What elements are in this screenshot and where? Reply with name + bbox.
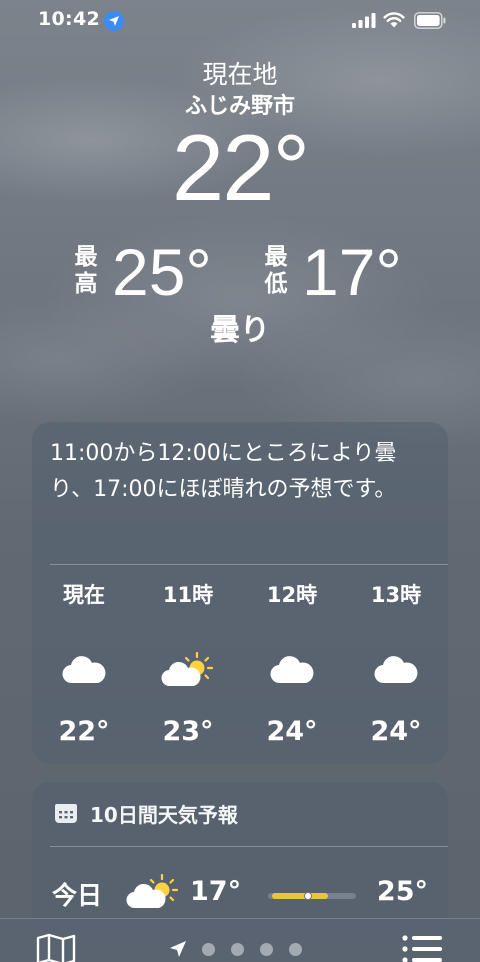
wifi-icon [383,12,405,28]
battery-icon [414,12,446,29]
hour-temperature: 22° [58,716,110,747]
hour-temperature: 24° [370,716,422,747]
page-dot[interactable] [289,942,302,956]
cloud-icon [344,650,448,690]
forecast-day-row[interactable]: 今日 17° 25° [32,874,448,918]
page-dot[interactable] [202,942,215,956]
card-divider [50,846,448,847]
sun-behind-cloud-icon [136,650,240,690]
hour-temperature: 23° [162,716,214,747]
current-condition: 曇り [210,313,270,348]
forecast-summary: 11:00から12:00にところにより曇り、17:00にほぼ晴れの予想です。 [50,441,397,502]
temperature-range-fill [272,893,328,899]
location-arrow-icon [104,11,124,31]
list-icon[interactable] [402,935,444,962]
forecast-day-label: 今日 [52,881,103,910]
forecast-card-title: 10日間天気予報 [90,802,238,827]
calendar-icon [55,804,77,823]
location-arrow-icon[interactable] [168,939,188,959]
bottom-toolbar [0,918,480,962]
current-temperature: 22° [171,115,310,220]
forecast-low-temperature: 17° [190,876,242,907]
hour-label: 12時 [266,583,318,607]
hour-item: 11時 23° [136,580,240,750]
high-label: 最高 [74,244,98,297]
location-title: 現在地 [202,60,278,89]
hour-item: 現在 22° [32,580,136,750]
cloud-icon [32,650,136,690]
low-temperature: 17° [302,235,402,309]
status-time: 10:42 [38,8,100,30]
temperature-range-bar [268,892,356,900]
page-dot[interactable] [260,942,273,956]
forecast-high-temperature: 25° [376,876,428,907]
weather-header: 現在地 ふじみ野市 22° [0,58,480,218]
low-label: 最低 [264,244,288,297]
card-divider [50,564,448,565]
map-icon[interactable] [36,933,76,962]
hour-item: 13時 24° [344,580,448,750]
hour-label: 13時 [370,583,422,607]
hourly-strip[interactable]: 現在 22° 11時 23° 12時 24° 13時 24° [32,580,448,750]
hour-label: 11時 [162,583,214,607]
hour-temperature: 24° [266,716,318,747]
status-bar: 10:42 [0,0,480,44]
page-indicator[interactable] [168,939,318,959]
forecast-card-header: 10日間天気予報 [54,798,238,828]
hourly-forecast-card[interactable]: 11:00から12:00にところにより曇り、17:00にほぼ晴れの予想です。 現… [32,422,448,764]
hour-label: 現在 [63,583,105,607]
sun-behind-cloud-icon [126,874,179,909]
cloud-icon [240,650,344,690]
hour-item: 12時 24° [240,580,344,750]
high-low-row: 最高 25° 最低 17° [0,236,480,308]
high-temperature: 25° [112,235,212,309]
page-dot[interactable] [231,942,244,956]
current-temperature-marker [303,892,312,900]
cellular-signal-icon [352,13,376,28]
